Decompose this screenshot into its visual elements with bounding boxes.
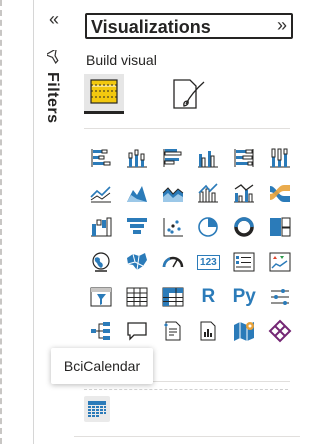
visualizations-header[interactable]: Visualizations » — [85, 13, 293, 39]
100-stacked-column-chart-icon[interactable] — [265, 143, 295, 173]
paginated-report-icon[interactable] — [193, 316, 223, 346]
matrix-icon[interactable] — [158, 282, 188, 312]
table-icon[interactable] — [122, 282, 152, 312]
qa-icon[interactable] — [122, 316, 152, 346]
visual-types-gallery: 123 R Py — [86, 143, 295, 346]
custom-visuals-separator — [84, 389, 288, 390]
stacked-area-chart-icon[interactable] — [158, 178, 188, 208]
stacked-bar-chart-icon[interactable] — [86, 143, 116, 173]
collapse-double-chevron-icon[interactable]: « — [44, 10, 64, 30]
expand-double-chevron-icon[interactable]: » — [277, 15, 287, 36]
canvas-edge — [0, 0, 6, 444]
card-icon[interactable]: 123 — [193, 247, 223, 277]
build-visual-button[interactable] — [84, 74, 124, 114]
gauge-icon[interactable] — [158, 247, 188, 277]
kpi-icon[interactable] — [265, 247, 295, 277]
treemap-icon[interactable] — [265, 212, 295, 242]
pane-bottom-border — [74, 436, 300, 437]
funnel-icon — [47, 50, 59, 64]
multi-row-card-icon[interactable] — [229, 247, 259, 277]
format-visual-button[interactable] — [168, 74, 208, 114]
filters-label[interactable]: Filters — [43, 72, 61, 124]
azure-map-icon[interactable] — [229, 316, 259, 346]
ribbon-chart-icon[interactable] — [265, 178, 295, 208]
100-stacked-bar-chart-icon[interactable] — [229, 143, 259, 173]
python-visual-icon[interactable]: Py — [229, 282, 259, 312]
waterfall-chart-icon[interactable] — [86, 212, 116, 242]
clustered-column-chart-icon[interactable] — [193, 143, 223, 173]
area-chart-icon[interactable] — [122, 178, 152, 208]
pie-chart-icon[interactable] — [193, 212, 223, 242]
key-influencers-icon[interactable] — [265, 282, 295, 312]
line-and-clustered-column-chart-icon[interactable] — [229, 178, 259, 208]
visualizations-title: Visualizations — [91, 17, 211, 37]
bci-calendar-visual-button[interactable] — [84, 396, 110, 422]
smart-narrative-icon[interactable] — [158, 316, 188, 346]
calendar-icon — [88, 401, 106, 417]
decomposition-tree-icon[interactable] — [86, 316, 116, 346]
build-visual-label: Build visual — [86, 52, 157, 68]
donut-chart-icon[interactable] — [229, 212, 259, 242]
clustered-bar-chart-icon[interactable] — [158, 143, 188, 173]
r-script-visual-icon[interactable]: R — [193, 282, 223, 312]
power-apps-icon[interactable] — [265, 316, 295, 346]
tooltip: BciCalendar — [51, 348, 153, 384]
line-and-stacked-column-chart-icon[interactable] — [193, 178, 223, 208]
format-paintbrush-icon — [173, 79, 205, 109]
stacked-column-chart-icon[interactable] — [122, 143, 152, 173]
line-chart-icon[interactable] — [86, 178, 116, 208]
map-icon[interactable] — [86, 247, 116, 277]
divider — [84, 128, 290, 129]
build-visual-icon — [90, 79, 118, 104]
filled-map-icon[interactable] — [122, 247, 152, 277]
slicer-icon[interactable] — [86, 282, 116, 312]
scatter-chart-icon[interactable] — [158, 212, 188, 242]
funnel-chart-icon[interactable] — [122, 212, 152, 242]
